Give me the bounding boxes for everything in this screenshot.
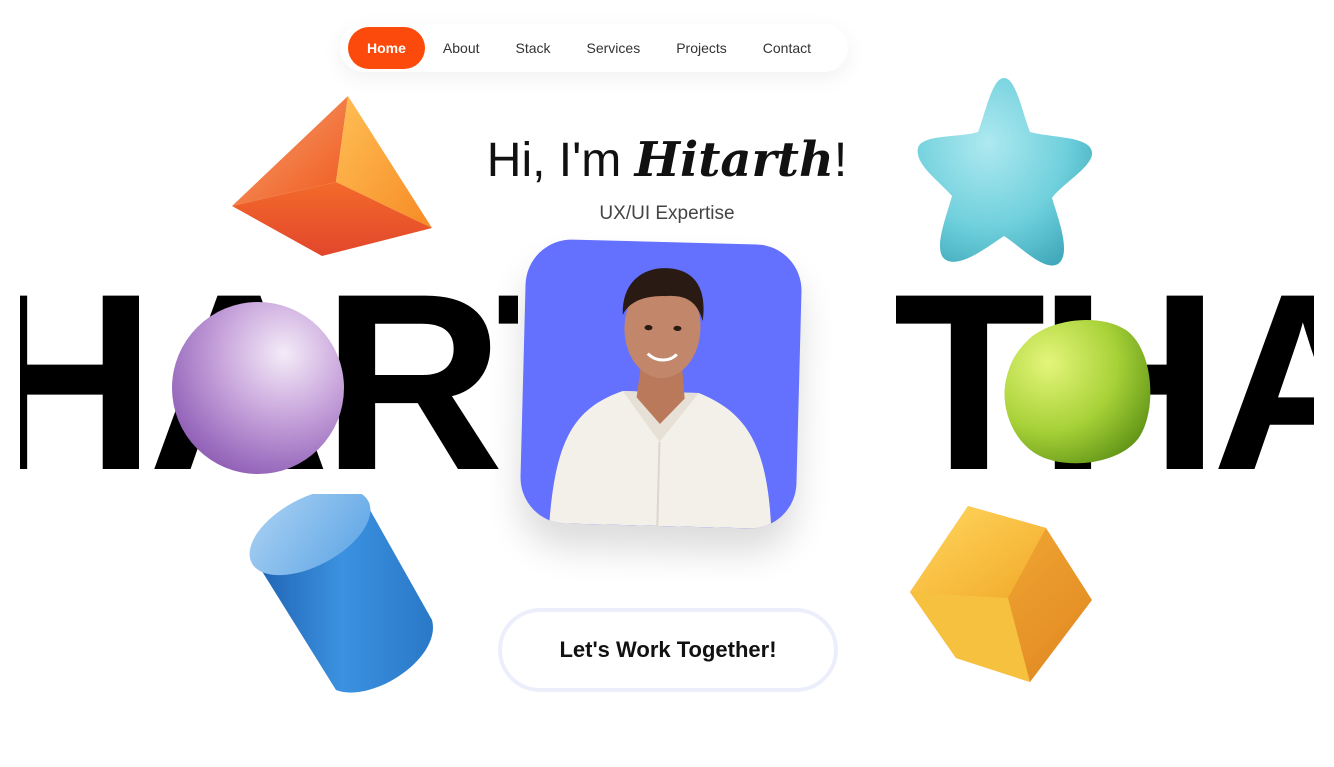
hero-subtitle: UX/UI Expertise [599, 203, 735, 224]
sphere-icon [172, 302, 344, 474]
greeting-suffix: ! [833, 134, 848, 187]
hero-name: Hitarth [634, 132, 834, 188]
nav-item-home[interactable]: Home [348, 27, 425, 69]
top-nav: Home About Stack Services Projects Conta… [340, 24, 848, 72]
nav-item-services[interactable]: Services [569, 27, 659, 69]
cta-button[interactable]: Let's Work Together! [498, 608, 838, 692]
nav-item-about[interactable]: About [425, 27, 498, 69]
pyramid-icon [232, 96, 432, 256]
portrait-card [519, 238, 803, 530]
nav-item-projects[interactable]: Projects [658, 27, 745, 69]
hero-greeting: Hi, I'm Hitarth! [0, 130, 1334, 191]
rounded-cube-icon [1004, 319, 1151, 464]
greeting-prefix: Hi, I'm [486, 134, 635, 187]
cylinder-icon [249, 494, 433, 693]
portrait-photo [549, 268, 772, 529]
nav-item-stack[interactable]: Stack [498, 27, 569, 69]
star-icon [917, 78, 1093, 266]
nav-item-contact[interactable]: Contact [745, 27, 829, 69]
cube-icon [910, 506, 1092, 682]
page: HARTH THA Home About Stack Services Proj… [0, 0, 1334, 767]
